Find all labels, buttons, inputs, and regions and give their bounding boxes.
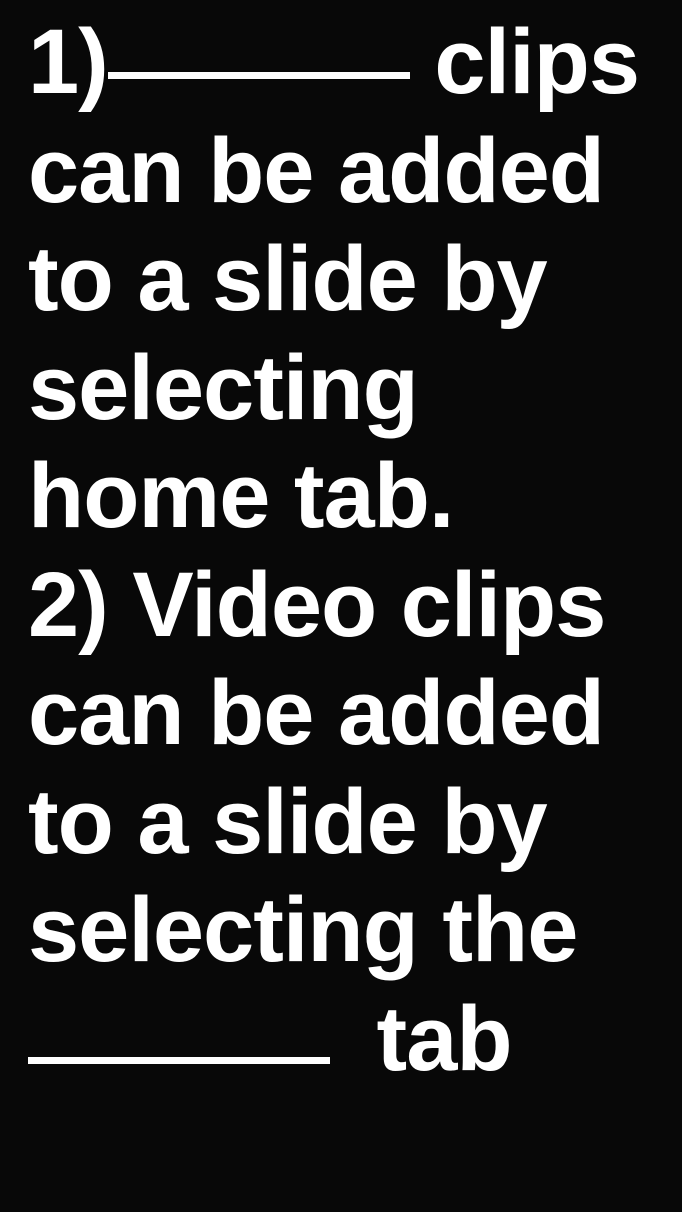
question-2: 2) Video clips can be added to a slide b…	[28, 551, 654, 1094]
q1-line-5: home tab.	[28, 442, 654, 551]
q1-blank	[108, 72, 410, 79]
question-1: 1) clips can be added to a slide by sele…	[28, 8, 654, 551]
q2-number: 2)	[28, 554, 108, 656]
q2-blank	[28, 1057, 330, 1064]
q2-line-4: selecting the	[28, 876, 654, 985]
q2-line-5: tab	[28, 985, 654, 1094]
q2-text-tab: tab	[352, 988, 512, 1090]
q1-line-2: can be added	[28, 117, 654, 226]
q2-line-3: to a slide by	[28, 768, 654, 877]
q1-line-1: 1) clips	[28, 8, 654, 117]
q1-line-3: to a slide by	[28, 225, 654, 334]
q1-line-4: selecting	[28, 334, 654, 443]
q1-number: 1)	[28, 11, 108, 113]
document-body: 1) clips can be added to a slide by sele…	[28, 8, 654, 1093]
q2-line-2: can be added	[28, 659, 654, 768]
q2-text-video: Video clips	[108, 554, 606, 656]
q1-text-clips: clips	[410, 11, 639, 113]
q2-line-1: 2) Video clips	[28, 551, 654, 660]
